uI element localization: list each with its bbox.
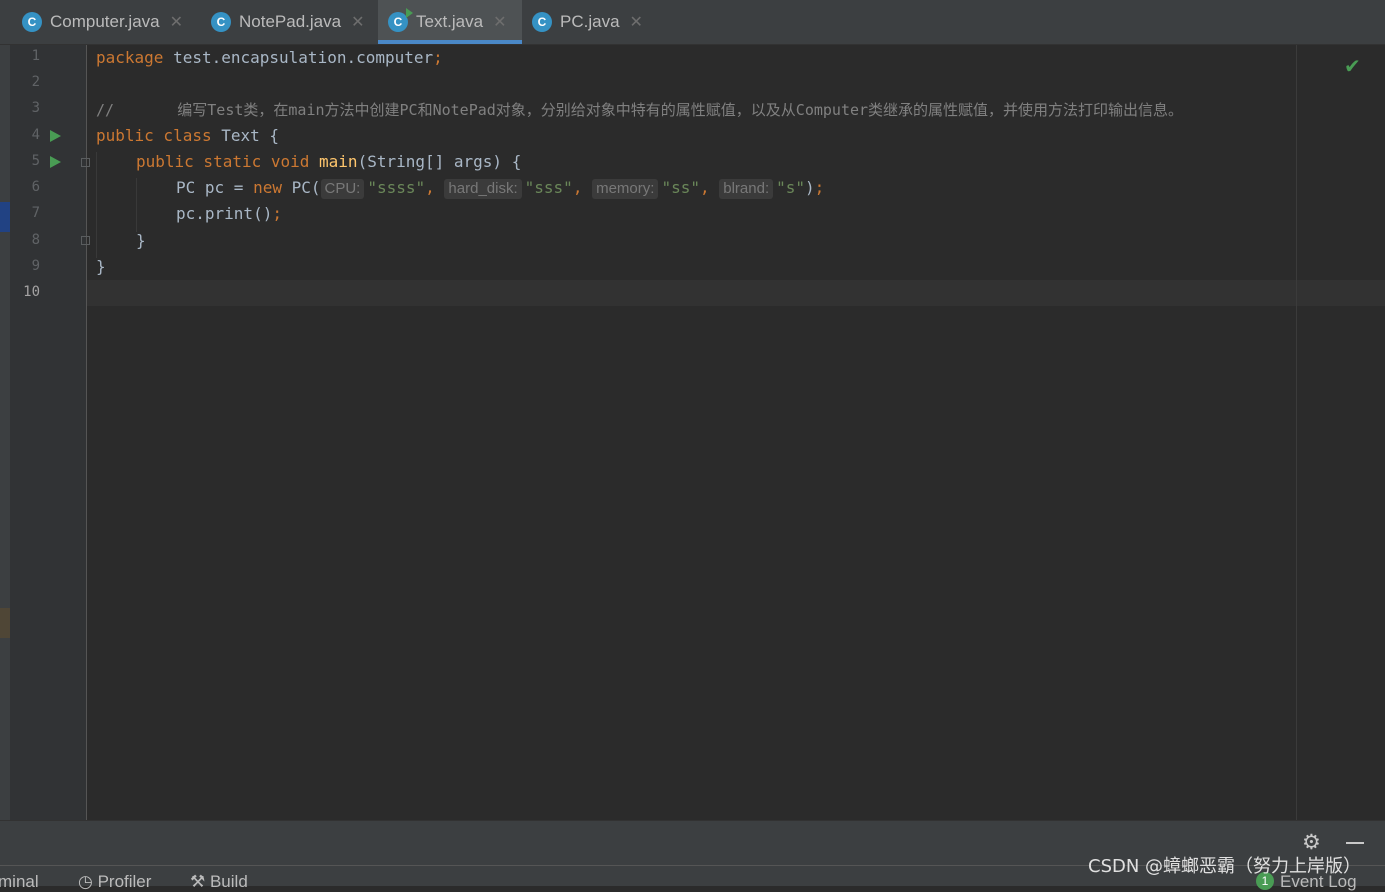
line-number: 8 xyxy=(31,232,40,248)
right-margin-line xyxy=(1296,45,1297,820)
code-line-5: public static void main(String[] args) { xyxy=(136,152,522,171)
close-icon[interactable]: ✕ xyxy=(493,12,506,32)
tab-label: Computer.java xyxy=(50,12,160,31)
line-number: 10 xyxy=(23,284,40,300)
line-number: 2 xyxy=(31,74,40,90)
code-line-6: PC pc = new PC(CPU: "ssss", hard_disk: "ss… xyxy=(176,178,825,199)
line-number: 1 xyxy=(31,48,40,64)
tab-notepad-java[interactable]: C NotePad.java ✕ xyxy=(201,0,377,44)
indent-guide xyxy=(136,178,137,232)
line-number: 9 xyxy=(31,258,40,274)
runnable-class-icon: C xyxy=(388,8,413,32)
class-icon: C xyxy=(532,12,552,32)
indent-guide xyxy=(96,152,97,258)
class-icon: C xyxy=(22,12,42,32)
profiler-tab[interactable]: ◷ Profiler xyxy=(78,872,151,892)
fold-icon[interactable] xyxy=(81,158,90,167)
gear-icon[interactable]: ⚙ xyxy=(1302,830,1321,854)
code-line-1: package test.encapsulation.computer; xyxy=(96,48,443,67)
code-line-7: pc.print(); xyxy=(176,204,282,223)
tab-label: Text.java xyxy=(416,12,484,31)
code-line-8: } xyxy=(136,231,146,250)
class-icon: C xyxy=(211,12,231,32)
profiler-icon: ◷ xyxy=(78,872,98,891)
inspection-ok-icon[interactable]: ✔ xyxy=(1344,54,1361,78)
code-line-9: } xyxy=(96,257,106,276)
strip-marker xyxy=(0,202,10,232)
line-number: 4 xyxy=(31,127,40,143)
close-icon[interactable]: ✕ xyxy=(630,12,643,32)
terminal-tab[interactable]: minal xyxy=(0,872,39,892)
param-hint: CPU: xyxy=(320,179,365,199)
param-hint: blrand: xyxy=(719,179,774,199)
line-number: 3 xyxy=(31,100,40,116)
tab-pc-java[interactable]: C PC.java ✕ xyxy=(522,0,652,44)
code-line-3-comment: // 编写Test类，在main方法中创建PC和NotePad对象，分别给对象中… xyxy=(96,101,1184,119)
current-line-highlight xyxy=(87,280,1385,306)
line-number: 7 xyxy=(31,205,40,221)
watermark: CSDN @蟑螂恶霸（努力上岸版） xyxy=(1088,856,1362,877)
param-hint: memory: xyxy=(592,179,659,199)
run-main-icon[interactable] xyxy=(50,156,61,168)
hammer-icon: ⚒ xyxy=(190,872,210,891)
editor-tab-bar: C Computer.java ✕ C NotePad.java ✕ C Tex… xyxy=(0,0,1385,45)
fold-icon[interactable] xyxy=(81,236,90,245)
line-number: 6 xyxy=(31,179,40,195)
tab-label: NotePad.java xyxy=(239,12,342,31)
build-tab[interactable]: ⚒ Build xyxy=(190,872,248,892)
tab-text-java[interactable]: C Text.java ✕ xyxy=(378,0,522,44)
code-line-4: public class Text { xyxy=(96,126,280,145)
tab-computer-java[interactable]: C Computer.java ✕ xyxy=(12,0,198,44)
line-number: 5 xyxy=(31,153,40,169)
minimize-icon[interactable] xyxy=(1346,842,1364,844)
left-tool-strip xyxy=(0,45,10,820)
param-hint: hard_disk: xyxy=(444,179,522,199)
strip-marker xyxy=(0,608,10,638)
close-icon[interactable]: ✕ xyxy=(170,12,183,32)
close-icon[interactable]: ✕ xyxy=(351,12,364,32)
tab-label: PC.java xyxy=(560,12,620,31)
run-class-icon[interactable] xyxy=(50,130,61,142)
